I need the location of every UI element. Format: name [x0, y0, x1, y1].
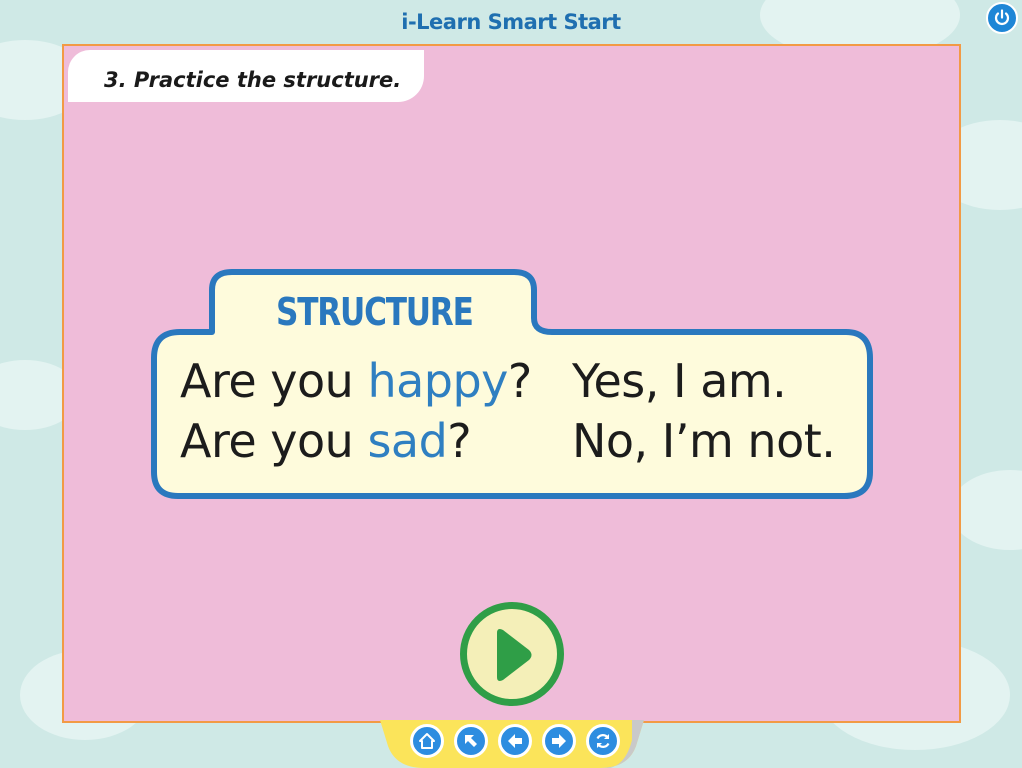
arrow-left-icon — [508, 734, 522, 748]
home-icon — [419, 733, 435, 749]
structure-question-2: Are you sad? — [180, 414, 472, 468]
structure-question-1: Are you happy? — [180, 354, 532, 408]
power-icon — [994, 9, 1010, 25]
lesson-board: 3. Practice the structure. STRUCTURE Are… — [62, 44, 961, 723]
play-icon — [497, 629, 532, 681]
structure-answer-2: No, I’m not. — [572, 414, 836, 468]
play-audio-button[interactable] — [460, 602, 564, 706]
arrow-right-icon — [552, 734, 566, 748]
next-button[interactable] — [542, 724, 576, 758]
back-to-menu-button[interactable] — [454, 724, 488, 758]
structure-heading: STRUCTURE — [276, 290, 474, 334]
question-prefix: Are you — [180, 414, 368, 468]
question-keyword: happy — [367, 354, 508, 408]
arrow-up-left-icon — [465, 735, 477, 747]
instruction-text: 3. Practice the structure. — [104, 68, 402, 92]
previous-button[interactable] — [498, 724, 532, 758]
question-prefix: Are you — [180, 354, 368, 408]
structure-box: STRUCTURE Are you happy? Yes, I am. Are … — [150, 268, 876, 500]
power-button[interactable] — [986, 2, 1018, 34]
navigation-bar — [380, 720, 644, 768]
replay-button[interactable] — [586, 724, 620, 758]
app-title: i-Learn Smart Start — [401, 10, 621, 34]
question-mark: ? — [507, 354, 532, 408]
structure-answer-1: Yes, I am. — [572, 354, 787, 408]
home-button[interactable] — [410, 724, 444, 758]
question-mark: ? — [447, 414, 472, 468]
instruction-tab: 3. Practice the structure. — [68, 50, 424, 102]
question-keyword: sad — [367, 414, 448, 468]
refresh-icon — [596, 734, 610, 748]
